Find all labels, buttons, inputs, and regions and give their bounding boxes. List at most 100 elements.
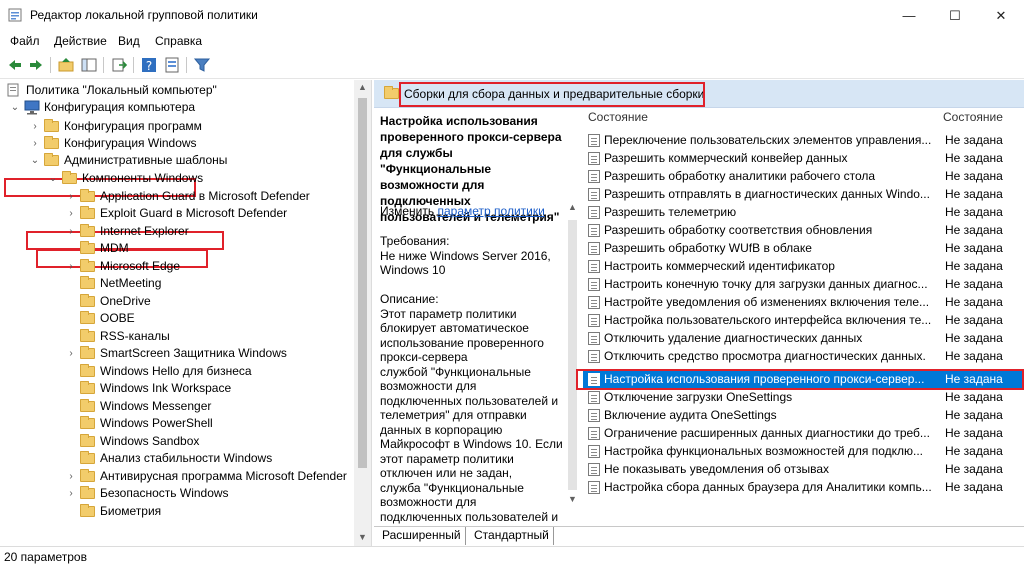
list-item[interactable]: Разрешить отправлять в диагностических д… (583, 186, 1024, 203)
folder-icon (80, 206, 95, 219)
folder-icon (44, 153, 59, 166)
edit-policy-link[interactable]: параметр политики (437, 204, 544, 218)
description-text: возможности для (380, 495, 477, 509)
menu-action[interactable]: Действие (54, 34, 107, 48)
list-item[interactable]: Разрешить обработку соответствия обновле… (583, 222, 1024, 239)
scroll-thumb[interactable] (568, 220, 577, 490)
properties-icon[interactable] (163, 56, 181, 74)
policy-setting-icon (588, 427, 600, 440)
folder-icon (62, 171, 77, 184)
column-header-name[interactable]: Состояние (588, 110, 648, 124)
folder-icon (80, 416, 95, 429)
list-item[interactable]: Разрешить телеметрию Не задана (583, 204, 1024, 221)
back-icon[interactable] (6, 56, 24, 74)
chevron-down-icon[interactable]: ⌄ (48, 170, 58, 187)
toolbar-separator (133, 57, 134, 73)
list-item[interactable]: Разрешить обработку аналитики рабочего с… (583, 168, 1024, 185)
list-item[interactable]: Включение аудита OneSettings Не задана (583, 407, 1024, 424)
toolbar-separator (50, 57, 51, 73)
chevron-down-icon[interactable]: ⌄ (30, 152, 40, 169)
policy-setting-icon (588, 152, 600, 165)
folder-icon (80, 276, 95, 289)
svg-text:?: ? (146, 59, 152, 73)
list-item[interactable]: Разрешить коммерческий конвейер данных Не… (583, 150, 1024, 167)
scroll-up-icon[interactable]: ▲ (354, 82, 371, 92)
folder-icon (80, 346, 95, 359)
list-item[interactable]: Ограничение расширенных данных диагности… (583, 425, 1024, 442)
maximize-button[interactable]: ☐ (932, 0, 978, 31)
toolbar-separator (186, 57, 187, 73)
chevron-down-icon[interactable]: ⌄ (10, 99, 20, 116)
policy-setting-icon (588, 224, 600, 237)
list-item[interactable]: Разрешить обработку WUfB в облаке Не зада… (583, 240, 1024, 257)
menu-view[interactable]: Вид (118, 34, 140, 48)
chevron-right-icon[interactable]: › (30, 118, 40, 135)
chevron-right-icon[interactable]: › (66, 468, 76, 485)
description-text: блокирует автоматическое (380, 321, 529, 335)
folder-icon (80, 224, 95, 237)
tab-extended[interactable]: Расширенный (378, 527, 466, 545)
folder-icon (80, 329, 95, 342)
list-item[interactable]: Настроить конечную точку для загрузки да… (583, 276, 1024, 293)
list-item[interactable]: Настройте уведомления об изменениях вклю… (583, 294, 1024, 311)
policy-setting-icon (588, 332, 600, 345)
requirements-label: Требования: (380, 234, 450, 248)
view-tabs: Расширенный Стандартный (374, 526, 1024, 546)
policy-setting-icon (588, 134, 600, 147)
list-item[interactable]: Настройка сбора данных браузера для Анал… (583, 479, 1024, 496)
list-item[interactable]: Настройка пользовательского интерфейса в… (583, 312, 1024, 329)
list-item[interactable]: Не показывать уведомления об отзывах Не з… (583, 461, 1024, 478)
column-header-state[interactable]: Состояние (943, 110, 1003, 124)
up-folder-icon[interactable] (57, 56, 75, 74)
folder-icon (80, 294, 95, 307)
minimize-button[interactable]: — (886, 0, 932, 31)
forward-icon[interactable] (27, 56, 45, 74)
chevron-right-icon[interactable]: › (66, 345, 76, 362)
policy-setting-icon (588, 391, 600, 404)
computer-icon (24, 100, 40, 115)
tab-standard[interactable]: Стандартный (470, 527, 554, 545)
scroll-up-icon[interactable]: ▲ (564, 202, 581, 212)
chevron-right-icon[interactable]: › (66, 188, 76, 205)
chevron-right-icon[interactable]: › (66, 485, 76, 502)
requirements-text: Windows 10 (380, 263, 446, 277)
policy-setting-icon (588, 463, 600, 476)
help-icon[interactable]: ? (140, 56, 158, 74)
tree-pane: Политика "Локальный компьютер" ⌄ Конфигу… (0, 80, 372, 546)
list-item[interactable]: Настройка функциональных возможностей дл… (583, 443, 1024, 460)
scroll-thumb[interactable] (358, 98, 367, 468)
chevron-right-icon[interactable]: › (30, 135, 40, 152)
chevron-right-icon[interactable]: › (66, 223, 76, 240)
requirements-text: Не ниже Windows Server 2016, (380, 249, 551, 263)
chevron-right-icon[interactable]: › (66, 258, 76, 275)
folder-icon (384, 86, 399, 99)
filter-icon[interactable] (193, 56, 211, 74)
scroll-down-icon[interactable]: ▼ (564, 494, 581, 504)
tree-scrollbar[interactable]: ▲ ▼ (354, 80, 371, 546)
show-hide-tree-icon[interactable] (80, 56, 98, 74)
close-button[interactable]: ✕ (978, 0, 1024, 31)
list-item[interactable]: Настроить коммерческий идентификатор Не з… (583, 258, 1024, 275)
list-item[interactable]: Переключение пользовательских элементов … (583, 132, 1024, 149)
policy-setting-icon (588, 170, 600, 183)
list-item[interactable]: Отключить средство просмотра диагностиче… (583, 348, 1024, 365)
description-scrollbar[interactable]: ▲ ▼ (564, 200, 581, 510)
description-text: служба "Функциональные (380, 481, 524, 495)
list-item[interactable]: Отключение загрузки OneSettings Не задана (583, 389, 1024, 406)
menu-help[interactable]: Справка (155, 34, 202, 48)
title-bar: Редактор локальной групповой политики — … (0, 0, 1024, 31)
description-text: прокси-сервера (380, 350, 468, 364)
chevron-right-icon[interactable]: › (66, 205, 76, 222)
export-list-icon[interactable] (110, 56, 128, 74)
menu-file[interactable]: Файл (10, 34, 40, 48)
policy-setting-icon (588, 260, 600, 273)
folder-icon (80, 486, 95, 499)
highlight-box-selected-row (576, 369, 1024, 390)
window-title: Редактор локальной групповой политики (30, 8, 258, 22)
folder-icon (80, 364, 95, 377)
folder-icon (80, 399, 95, 412)
description-text: подключенных пользователей и (380, 394, 559, 408)
scroll-down-icon[interactable]: ▼ (354, 532, 371, 542)
list-item[interactable]: Отключить удаление диагностических данны… (583, 330, 1024, 347)
highlight-box-header (399, 82, 705, 107)
